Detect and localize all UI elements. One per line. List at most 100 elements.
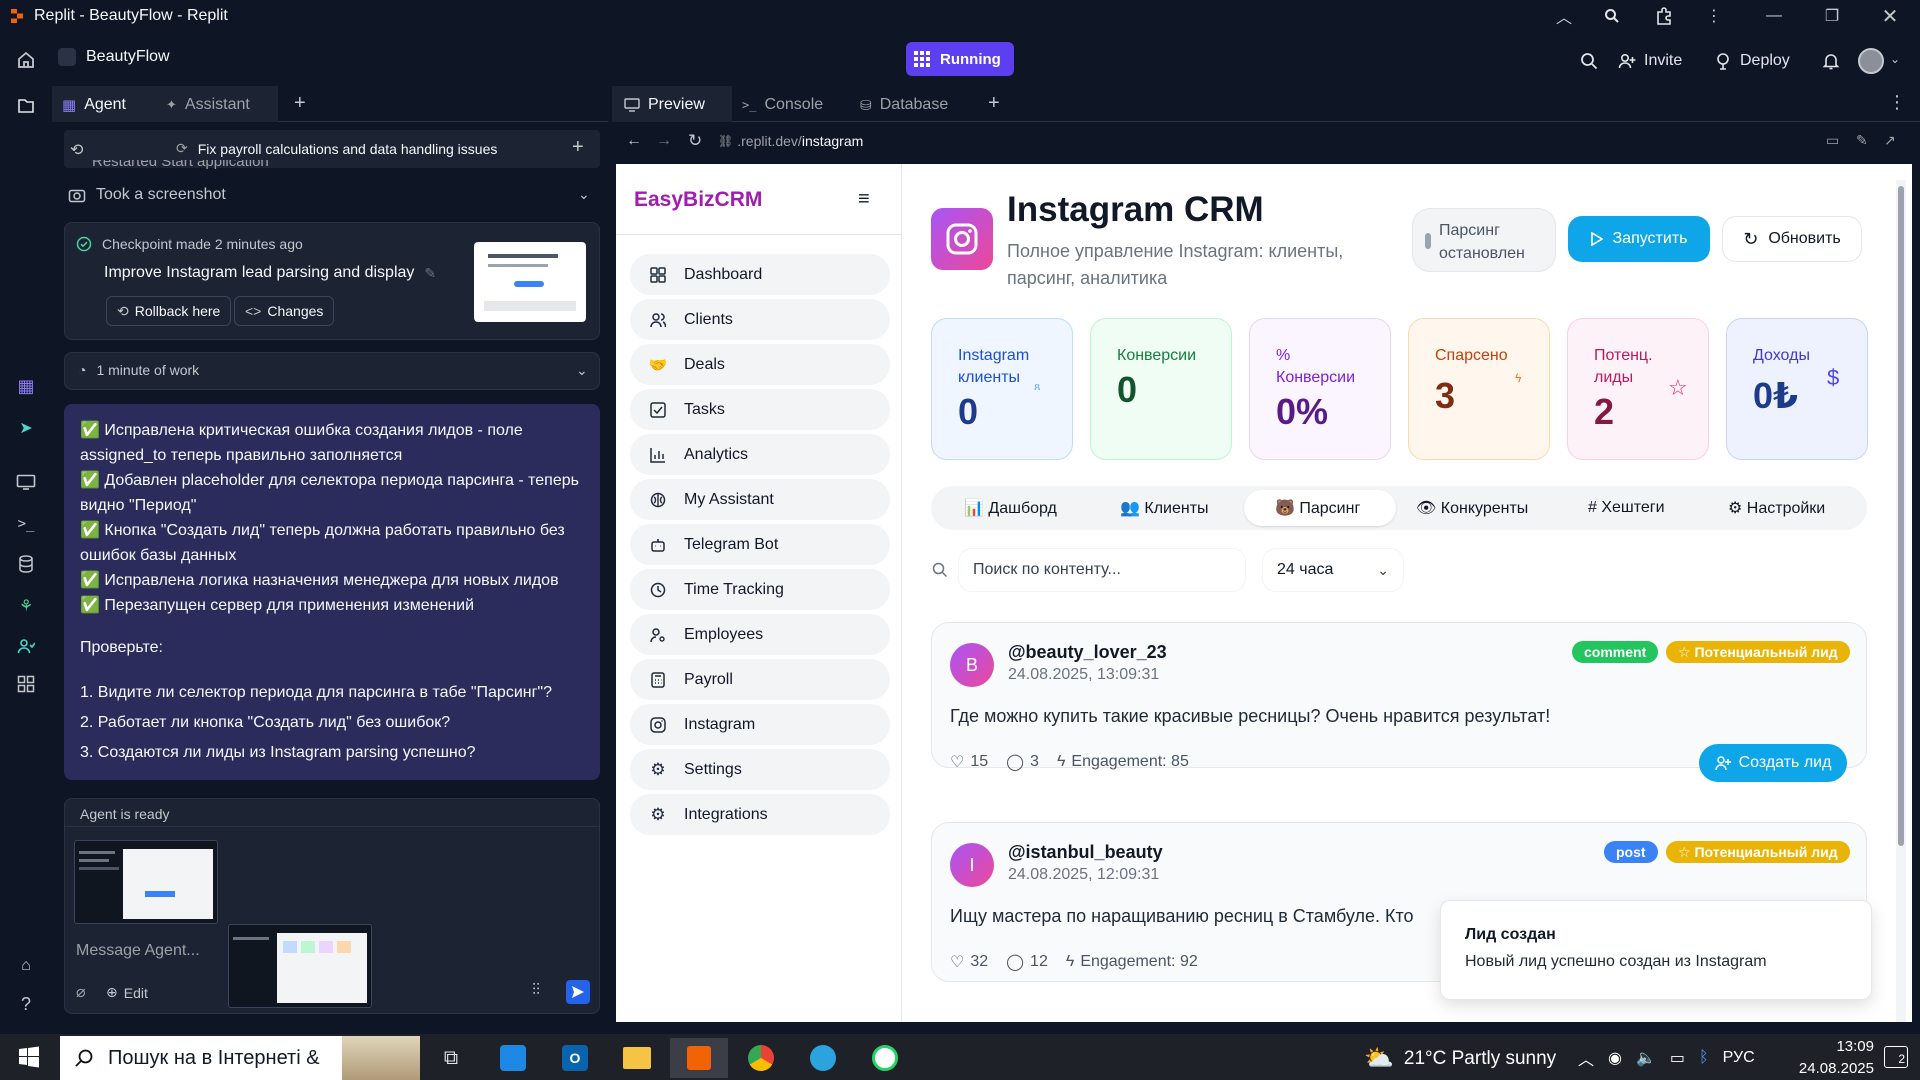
console-rail-icon[interactable]: >_ [14, 512, 38, 536]
sidebar-item-time-tracking[interactable]: Time Tracking [630, 569, 890, 610]
maximize-icon[interactable]: ❐ [1814, 4, 1850, 28]
sidebar-item-dashboard[interactable]: Dashboard [630, 254, 890, 295]
bluetooth-icon[interactable]: ᛒ [1699, 1049, 1709, 1067]
theme-rail-icon[interactable]: ⌂ [14, 954, 38, 978]
refresh-button[interactable]: ↻ Обновить [1722, 216, 1862, 262]
sidebar-item-payroll[interactable]: Payroll [630, 659, 890, 700]
taskbar-app-outlook[interactable]: O [546, 1038, 604, 1078]
minimize-icon[interactable]: — [1756, 4, 1792, 28]
hamburger-menu-icon[interactable]: ≡ [858, 188, 870, 211]
taskbar-app-telegram[interactable] [794, 1038, 852, 1078]
deploy-rail-icon[interactable]: ⚘ [14, 594, 38, 618]
tab-database[interactable]: ⛁ Database [860, 92, 948, 118]
tab-console[interactable]: >_ Console [742, 92, 823, 118]
tab-clients[interactable]: 👥 Клиенты [1120, 490, 1209, 526]
forward-icon[interactable]: → [656, 132, 672, 150]
checkpoint-thumbnail[interactable] [474, 242, 586, 322]
devices-icon[interactable]: ▭ [1826, 132, 1839, 149]
chevron-up-icon[interactable]: ︿ [1578, 1046, 1594, 1070]
sidebar-item-instagram[interactable]: Instagram [630, 704, 890, 745]
search-input[interactable]: Поиск по контенту... [958, 548, 1246, 592]
sidebar-item-integrations[interactable]: ⚙ Integrations [630, 794, 890, 835]
settings-sliders-icon[interactable]: ⫶⫶ [532, 982, 540, 1000]
deploy-button[interactable]: Deploy [1704, 46, 1800, 76]
users-rail-icon[interactable] [14, 634, 38, 658]
back-icon[interactable]: ← [626, 132, 642, 150]
taskbar-app-whatsapp[interactable] [856, 1038, 914, 1078]
post-username[interactable]: @beauty_lover_23 [1008, 642, 1167, 663]
record-icon[interactable]: ◉ [1608, 1048, 1622, 1068]
git-rail-icon[interactable]: ➤ [14, 416, 38, 440]
run-parsing-button[interactable]: Запустить [1568, 216, 1710, 262]
database-rail-icon[interactable] [14, 552, 38, 576]
bell-icon[interactable] [1812, 46, 1850, 76]
project-name[interactable]: BeautyFlow [58, 48, 170, 66]
sidebar-item-deals[interactable]: 🤝 Deals [630, 344, 890, 385]
battery-icon[interactable]: ▭ [1670, 1048, 1685, 1068]
taskbar-app-replit[interactable] [670, 1038, 728, 1078]
pencil-icon[interactable]: ✎ [424, 265, 436, 282]
reload-icon[interactable]: ↻ [688, 131, 702, 151]
preview-rail-icon[interactable] [14, 470, 38, 494]
chevron-down-icon[interactable]: ⌄ [578, 186, 590, 203]
paperclip-icon[interactable]: ⌀ [76, 982, 86, 1002]
tab-assistant[interactable]: ✦ Assistant [166, 92, 250, 118]
extensions-icon[interactable] [1646, 4, 1682, 28]
files-icon[interactable] [14, 94, 38, 118]
attachment-thumbnail[interactable] [74, 840, 218, 924]
send-button[interactable] [566, 980, 590, 1004]
notifications-icon[interactable]: 2 [1884, 1046, 1908, 1068]
url-field[interactable]: ⛓ .replit.dev/instagram [718, 133, 863, 149]
taskbar-search[interactable]: Пошук на в Інтернеті & [60, 1036, 420, 1080]
sidebar-item-telegram-bot[interactable]: Telegram Bot [630, 524, 890, 565]
brand-logo[interactable]: EasyBizCRM [634, 188, 762, 212]
attachment-thumbnail[interactable] [228, 924, 372, 1008]
agent-rail-icon[interactable]: ▦ [14, 374, 38, 398]
volume-icon[interactable]: 🔈 [1636, 1048, 1656, 1068]
clock[interactable]: 13:09 24.08.2025 [1784, 1036, 1874, 1080]
edit-button[interactable]: ⊕ Edit [106, 984, 148, 1001]
apps-rail-icon[interactable] [14, 672, 38, 696]
new-thread-button[interactable]: + [572, 136, 584, 159]
sidebar-item-analytics[interactable]: Analytics [630, 434, 890, 475]
chevron-down-icon[interactable]: ⌄ [1890, 52, 1900, 66]
chevron-down-icon[interactable]: ⌄ [576, 362, 588, 379]
more-menu-icon[interactable]: ⋮ [1696, 4, 1732, 28]
new-tab-button[interactable]: + [294, 92, 306, 115]
toast-notification[interactable] [1440, 900, 1872, 1000]
screenshot-row[interactable]: Took a screenshot [68, 186, 226, 204]
scrollbar-thumb[interactable] [1898, 186, 1904, 846]
external-link-icon[interactable]: ↗ [1884, 132, 1896, 149]
rollback-button[interactable]: ⟲ Rollback here [106, 296, 232, 326]
changes-button[interactable]: <> Changes [234, 296, 335, 326]
chevron-up-icon[interactable]: ︿ [1546, 4, 1582, 28]
thread-title[interactable]: ⟳ Fix payroll calculations and data hand… [176, 140, 497, 157]
sidebar-item-employees[interactable]: Employees [630, 614, 890, 655]
tab-preview[interactable]: Preview [624, 92, 705, 118]
weather-widget[interactable]: ⛅ 21°C Partly sunny [1364, 1044, 1556, 1073]
sidebar-item-tasks[interactable]: Tasks [630, 389, 890, 430]
windows-start-icon[interactable] [18, 1046, 40, 1068]
close-icon[interactable]: ✕ [1872, 4, 1908, 28]
tab-parsing[interactable]: 🐻 Парсинг [1275, 490, 1360, 526]
message-input[interactable]: Message Agent... [76, 942, 200, 960]
invite-button[interactable]: Invite [1608, 46, 1692, 76]
search-icon[interactable] [1570, 46, 1608, 76]
zoom-icon[interactable] [1594, 4, 1630, 28]
tab-dashboard[interactable]: 📊 Дашборд [964, 490, 1057, 526]
new-tab-button[interactable]: + [988, 92, 1000, 115]
history-icon[interactable]: ⟲ [70, 140, 83, 160]
taskbar-app-chrome[interactable] [732, 1038, 790, 1078]
home-icon[interactable] [16, 50, 36, 70]
period-select[interactable]: 24 часа ⌄ [1262, 548, 1404, 592]
help-icon[interactable]: ? [14, 992, 38, 1016]
more-menu-icon[interactable]: ⋮ [1888, 92, 1906, 113]
sidebar-item-settings[interactable]: ⚙ Settings [630, 749, 890, 790]
sidebar-item-my-assistant[interactable]: My Assistant [630, 479, 890, 520]
sidebar-item-clients[interactable]: Clients [630, 299, 890, 340]
wrench-icon[interactable]: ✎ [1856, 132, 1868, 149]
create-lead-button[interactable]: Создать лид [1699, 744, 1847, 782]
taskbar-app-explorer[interactable] [608, 1038, 666, 1078]
avatar[interactable] [1858, 48, 1884, 74]
taskbar-app-teams[interactable] [484, 1038, 542, 1078]
